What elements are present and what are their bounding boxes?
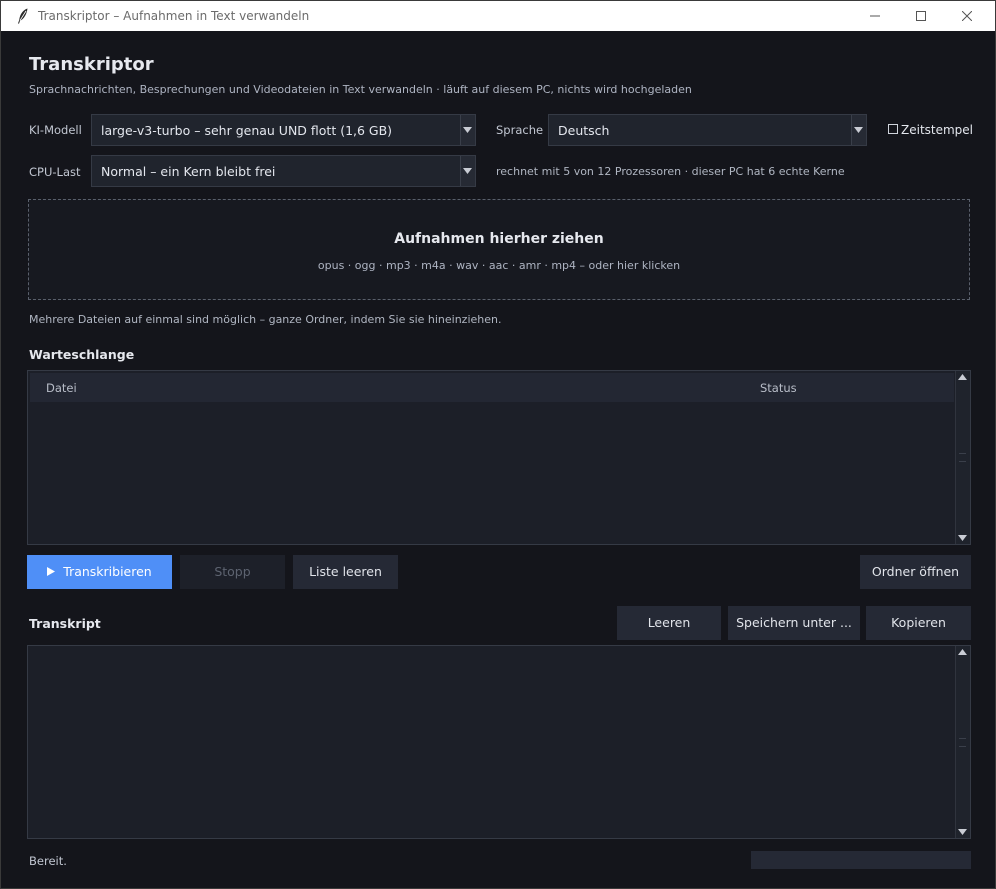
feather-icon xyxy=(18,8,28,24)
scroll-down-icon[interactable] xyxy=(958,535,967,541)
chevron-down-icon xyxy=(463,168,472,174)
transcript-title: Transkript xyxy=(29,616,101,631)
minimize-button[interactable] xyxy=(852,1,898,31)
transcript-scrollbar[interactable] xyxy=(955,646,970,838)
drop-zone-title: Aufnahmen hierher ziehen xyxy=(394,231,604,247)
queue-table-header: Datei Status xyxy=(30,373,954,402)
language-label: Sprache xyxy=(496,123,544,137)
transcribe-label: Transkribieren xyxy=(63,564,152,579)
queue-table[interactable]: Datei Status xyxy=(27,370,971,545)
chevron-down-icon xyxy=(463,127,472,133)
copy-button[interactable]: Kopieren xyxy=(866,606,971,640)
scroll-down-icon[interactable] xyxy=(958,829,967,835)
scrollbar-grip[interactable] xyxy=(959,738,966,747)
transcript-textarea[interactable] xyxy=(27,645,971,839)
maximize-icon xyxy=(916,11,926,21)
column-header-file[interactable]: Datei xyxy=(46,381,77,395)
model-label: KI-Modell xyxy=(29,123,82,137)
cpu-info: rechnet mit 5 von 12 Prozessoren · diese… xyxy=(496,165,845,178)
model-select[interactable]: large-v3-turbo – sehr genau UND flott (1… xyxy=(91,114,476,146)
main-content: Transkriptor Sprachnachrichten, Besprech… xyxy=(9,31,987,880)
cpu-select[interactable]: Normal – ein Kern bleibt frei xyxy=(91,155,476,187)
model-dropdown-arrow[interactable] xyxy=(460,115,475,145)
transcribe-button[interactable]: Transkribieren xyxy=(27,555,172,589)
cpu-select-value: Normal – ein Kern bleibt frei xyxy=(101,164,276,179)
drop-zone-formats: opus · ogg · mp3 · m4a · wav · aac · amr… xyxy=(317,259,681,272)
drop-zone[interactable]: Aufnahmen hierher ziehen opus · ogg · mp… xyxy=(28,199,970,300)
cpu-label: CPU-Last xyxy=(29,165,81,179)
scroll-up-icon[interactable] xyxy=(958,649,967,655)
close-icon xyxy=(962,11,972,21)
minimize-icon xyxy=(870,15,880,17)
scroll-up-icon[interactable] xyxy=(958,374,967,380)
play-icon xyxy=(47,567,56,576)
timestamps-label[interactable]: Zeitstempel xyxy=(901,123,973,137)
cpu-dropdown-arrow[interactable] xyxy=(460,156,475,186)
language-select-value: Deutsch xyxy=(558,123,610,138)
progress-bar xyxy=(751,851,971,869)
language-select[interactable]: Deutsch xyxy=(548,114,867,146)
open-folder-button[interactable]: Ordner öffnen xyxy=(860,555,971,589)
app-window: Transkriptor – Aufnahmen in Text verwand… xyxy=(0,0,996,889)
title-bar[interactable]: Transkriptor – Aufnahmen in Text verwand… xyxy=(1,1,995,31)
timestamps-checkbox[interactable] xyxy=(888,124,898,134)
app-title: Transkriptor xyxy=(29,54,154,75)
stop-button[interactable]: Stopp xyxy=(180,555,285,589)
maximize-button[interactable] xyxy=(898,1,944,31)
scrollbar-grip[interactable] xyxy=(959,453,966,462)
column-header-status[interactable]: Status xyxy=(760,381,797,395)
status-text: Bereit. xyxy=(29,854,67,868)
language-dropdown-arrow[interactable] xyxy=(851,115,866,145)
queue-scrollbar[interactable] xyxy=(955,371,970,544)
drop-hint: Mehrere Dateien auf einmal sind möglich … xyxy=(29,313,502,326)
clear-list-button[interactable]: Liste leeren xyxy=(293,555,398,589)
close-button[interactable] xyxy=(944,1,990,31)
model-select-value: large-v3-turbo – sehr genau UND flott (1… xyxy=(101,123,393,138)
app-subtitle: Sprachnachrichten, Besprechungen und Vid… xyxy=(29,83,692,96)
save-as-button[interactable]: Speichern unter ... xyxy=(728,606,860,640)
chevron-down-icon xyxy=(854,127,863,133)
queue-title: Warteschlange xyxy=(29,347,135,362)
clear-transcript-button[interactable]: Leeren xyxy=(617,606,721,640)
window-title: Transkriptor – Aufnahmen in Text verwand… xyxy=(38,9,310,23)
